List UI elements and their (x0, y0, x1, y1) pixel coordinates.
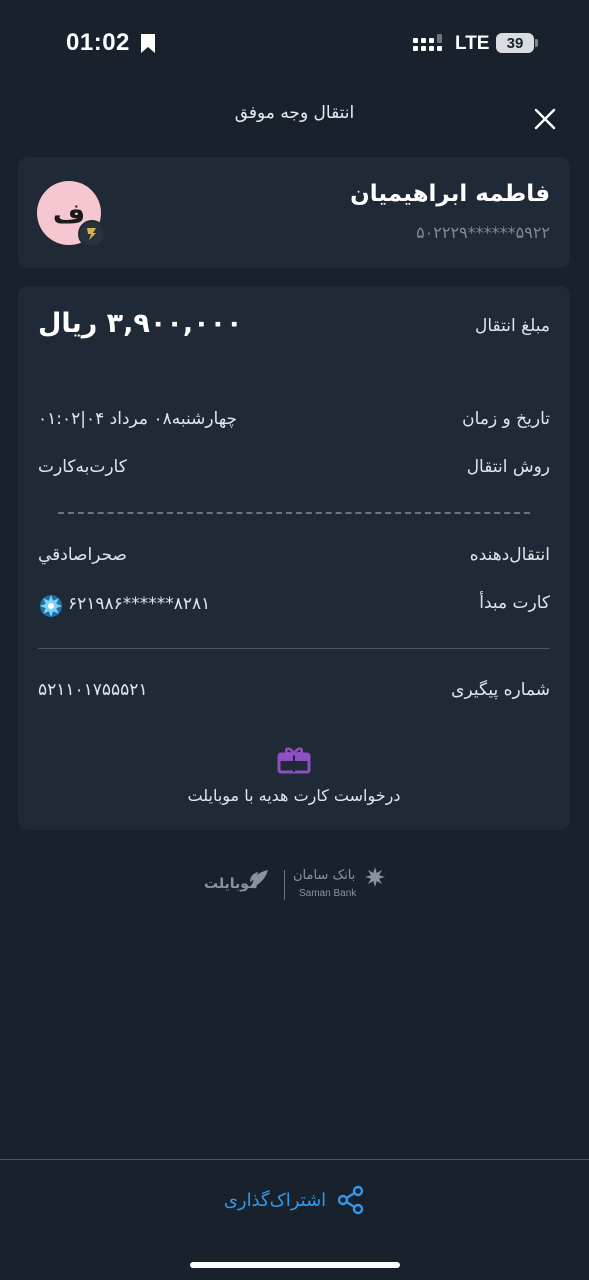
bank-badge-icon (78, 220, 106, 248)
recipient-card-number: ۵۰۲۲۲۹******۵۹۲۲ (416, 223, 550, 242)
close-icon (534, 108, 556, 130)
gift-card-request-link[interactable]: درخواست کارت هدیه با موبایلت (18, 786, 570, 805)
method-value: کارت‌به‌کارت (38, 457, 127, 477)
saman-bank-icon (40, 595, 62, 617)
datetime-value: چهارشنبه۰۸ مرداد ۰۴|۰۱:۰۲ (38, 409, 238, 429)
signal-icon (413, 34, 442, 51)
bookmark-icon (141, 34, 155, 53)
source-card-value: ۶۲۱۹۸۶******۸۲۸۱ (68, 594, 211, 614)
share-button[interactable]: اشتراک‌گذاری (210, 1178, 380, 1222)
dashed-divider (58, 512, 530, 514)
solid-divider (38, 648, 550, 649)
gift-icon[interactable] (276, 742, 312, 778)
sender-label: انتقال‌دهنده (469, 545, 550, 565)
status-time: 01:02 (66, 29, 130, 56)
status-bar: 01:02 LTE 39 (0, 0, 589, 86)
battery-nub (535, 39, 538, 47)
sender-value: صحراصادقي (38, 545, 127, 565)
transfer-details-card: مبلغ انتقال ۳,۹۰۰,۰۰۰ ریال تاریخ و زمان … (18, 286, 570, 830)
logo-divider (284, 870, 285, 900)
saman-sun-icon (365, 867, 385, 887)
tracking-label: شماره پیگیری (451, 680, 550, 700)
transfer-receipt-screen: 01:02 LTE 39 انتقال وجه موفق فاطمه ابراه… (0, 0, 589, 1280)
tracking-value: ۵۲۱۱۰۱۷۵۵۵۲۱ (38, 680, 148, 700)
battery-indicator: 39 (496, 33, 534, 53)
saman-brand-fa: بانک سامان (293, 868, 356, 883)
network-label: LTE (455, 33, 490, 54)
saman-brand-en: Saman Bank (299, 888, 357, 899)
mobile-leaf-icon (250, 870, 268, 888)
close-button[interactable] (528, 102, 562, 136)
home-indicator (190, 1262, 400, 1268)
datetime-label: تاریخ و زمان (462, 409, 550, 429)
share-label: اشتراک‌گذاری (223, 1189, 327, 1211)
recipient-card: فاطمه ابراهیمیان ۵۰۲۲۲۹******۵۹۲۲ ف (18, 157, 570, 268)
method-label: روش انتقال (466, 457, 550, 477)
partner-logos: موبایلت بانک سامان Saman Bank (0, 866, 589, 906)
bottom-divider (0, 1159, 589, 1160)
amount-value: ۳,۹۰۰,۰۰۰ ریال (38, 308, 243, 339)
recipient-name: فاطمه ابراهیمیان (350, 181, 550, 207)
share-icon (337, 1185, 364, 1215)
amount-label: مبلغ انتقال (474, 316, 550, 336)
page-title: انتقال وجه موفق (234, 103, 355, 123)
source-card-label: کارت مبدأ (479, 593, 550, 613)
